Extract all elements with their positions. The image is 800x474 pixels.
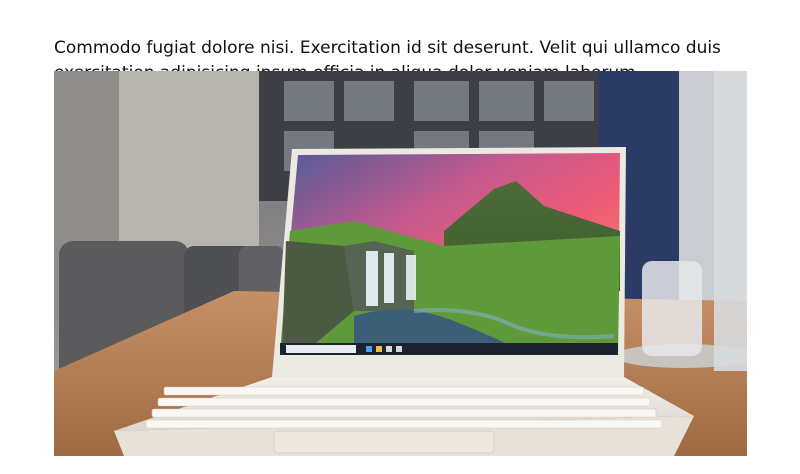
laptop-photo [54, 71, 747, 456]
page: Commodo fugiat dolore nisi. Exercitation… [0, 0, 800, 474]
